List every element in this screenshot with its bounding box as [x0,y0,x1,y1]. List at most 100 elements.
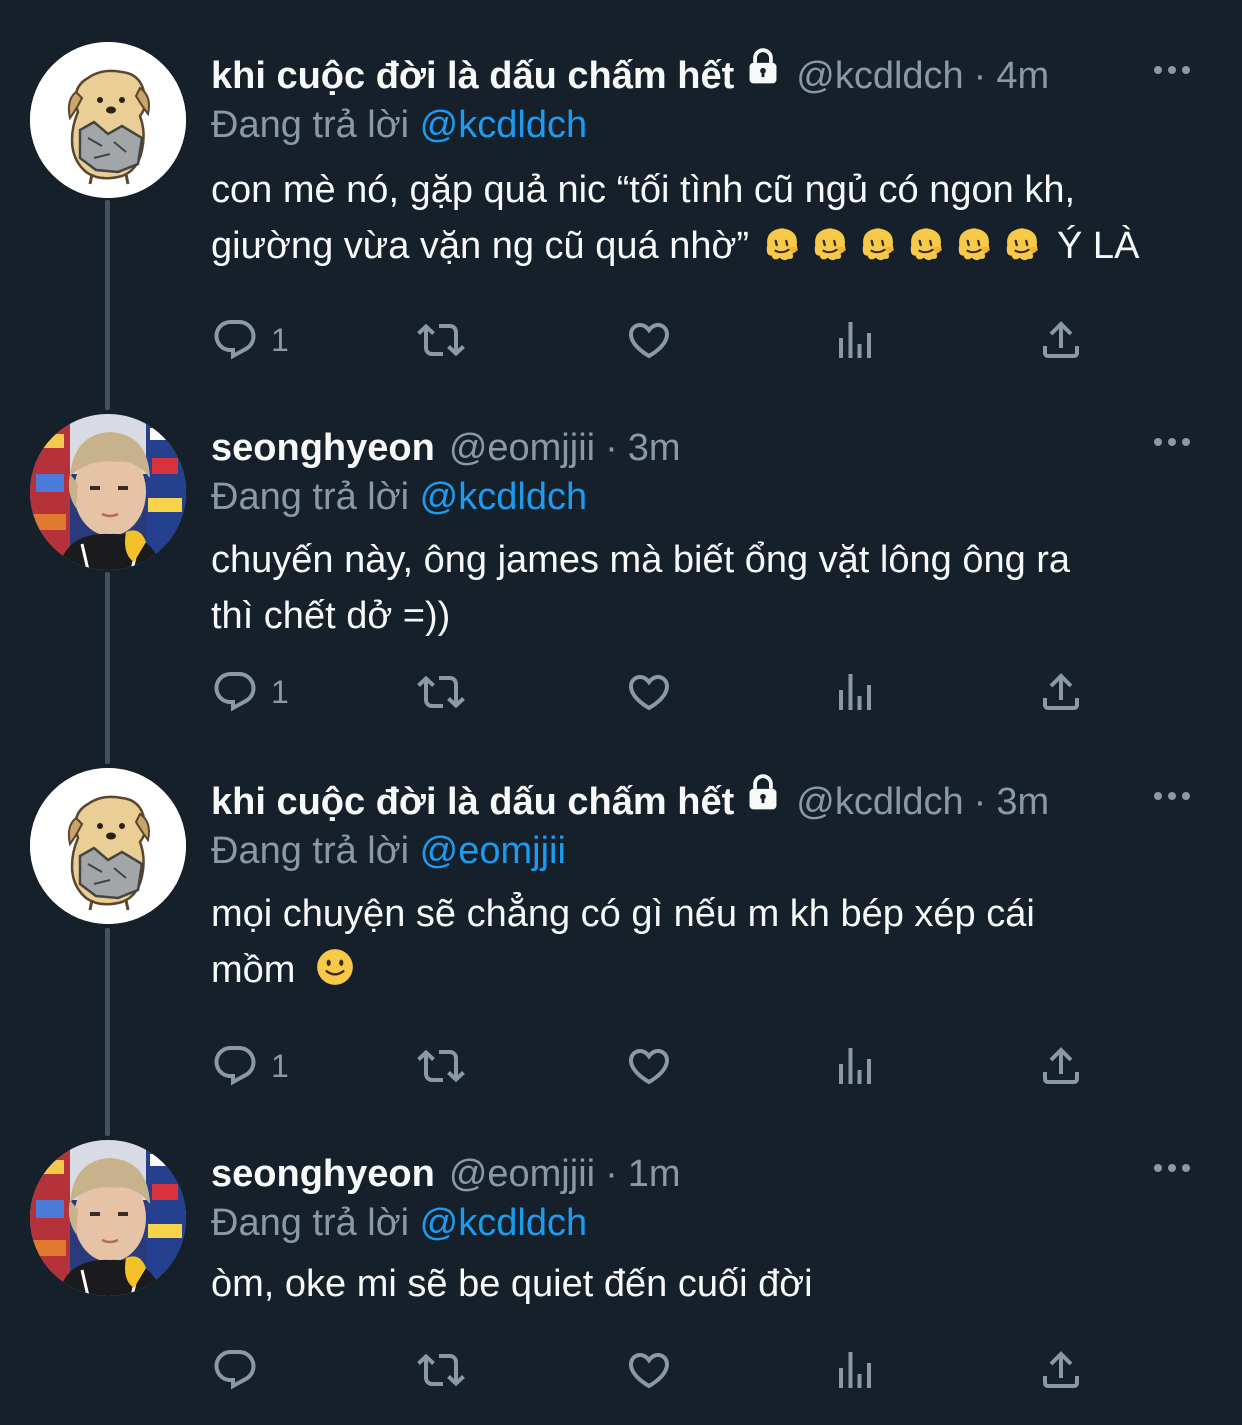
tweet-text: òm, oke mi sẽ be quiet đến cuối đời [211,1256,1201,1312]
melting-face-emoji-group [761,222,1043,264]
tweet-text: mọi chuyện sẽ chẳng có gì nếu m kh bép x… [211,886,1201,998]
more-options-icon[interactable] [1142,768,1202,824]
tweet-text-line: thì chết dở =)) [211,595,451,637]
tweet-header: seonghyeon @eomjjii · 1m [211,1146,681,1202]
share-icon [1037,316,1085,364]
tweet-actions: 1 [211,1036,1091,1096]
tweet-text-line: òm, oke mi sẽ be quiet đến cuối đời [211,1263,813,1305]
share-button[interactable] [1037,1340,1085,1400]
retweet-icon [417,316,465,364]
handle[interactable]: @eomjjii [449,1146,595,1202]
retweet-icon [417,668,465,716]
analytics-icon [831,668,879,716]
like-button[interactable] [625,1036,673,1096]
tweet-text: con mè nó, gặp quả nic “tối tình cũ ngủ … [211,162,1201,274]
share-icon [1037,1346,1085,1394]
mention-link[interactable]: @eomjjii [420,830,566,872]
timestamp[interactable]: 3m [996,774,1049,830]
melting-face-icon [905,222,947,264]
handle[interactable]: @kcdldch [796,48,963,104]
heart-icon [625,668,673,716]
replying-to: Đang trả lời @eomjjii [211,826,566,876]
views-button[interactable] [831,1340,879,1400]
reply-button[interactable] [211,1340,259,1400]
retweet-icon [417,1042,465,1090]
display-name[interactable]: seonghyeon [211,1146,435,1202]
thread-connector [105,200,110,410]
heart-icon [625,316,673,364]
analytics-icon [831,1346,879,1394]
timestamp[interactable]: 3m [628,420,681,476]
retweet-button[interactable] [417,310,465,370]
views-button[interactable] [831,662,879,722]
reply-count: 1 [271,673,289,710]
replying-to-label: Đang trả lời [211,476,410,518]
reply-count: 1 [271,321,289,358]
melting-face-icon [953,222,995,264]
heart-icon [625,1042,673,1090]
tweet-text-line: mọi chuyện sẽ chẳng có gì nếu m kh bép x… [211,893,1035,935]
more-options-icon[interactable] [1142,1140,1202,1196]
more-options-icon[interactable] [1142,42,1202,98]
avatar[interactable] [30,414,186,570]
tweet-text-tail: Ý LÀ [1057,225,1140,267]
mention-link[interactable]: @kcdldch [420,1202,587,1244]
avatar[interactable] [30,1140,186,1296]
replying-to-label: Đang trả lời [211,830,410,872]
timestamp[interactable]: 4m [996,48,1049,104]
display-name[interactable]: seonghyeon [211,420,435,476]
reply-icon [211,316,259,364]
replying-to: Đang trả lời @kcdldch [211,1198,587,1248]
thread-connector [105,928,110,1136]
avatar[interactable] [30,42,186,198]
reply-icon [211,1042,259,1090]
tweet-actions: 1 [211,310,1091,370]
melting-face-icon [809,222,851,264]
retweet-icon [417,1346,465,1394]
mention-link[interactable]: @kcdldch [420,476,587,518]
like-button[interactable] [625,310,673,370]
retweet-button[interactable] [417,1036,465,1096]
mention-link[interactable]: @kcdldch [420,104,587,146]
melting-face-icon [1001,222,1043,264]
share-button[interactable] [1037,310,1085,370]
replying-to-label: Đang trả lời [211,104,410,146]
share-button[interactable] [1037,662,1085,722]
reply-button[interactable]: 1 [211,310,289,370]
timestamp[interactable]: 1m [628,1146,681,1202]
retweet-button[interactable] [417,662,465,722]
avatar[interactable] [30,768,186,924]
melting-face-icon [761,222,803,264]
reply-icon [211,668,259,716]
thread-connector [105,572,110,764]
more-options-icon[interactable] [1142,414,1202,470]
retweet-button[interactable] [417,1340,465,1400]
display-name[interactable]: khi cuộc đời là dấu chấm hết [211,48,734,104]
tweet-header: khi cuộc đời là dấu chấm hết @kcdldch · … [211,48,1049,104]
analytics-icon [831,1042,879,1090]
separator-dot: · [973,781,987,823]
handle[interactable]: @kcdldch [796,774,963,830]
melting-face-icon [857,222,899,264]
tweet-text-line: con mè nó, gặp quả nic “tối tình cũ ngủ … [211,169,1076,211]
share-button[interactable] [1037,1036,1085,1096]
tweet-header: khi cuộc đời là dấu chấm hết @kcdldch · … [211,774,1049,830]
separator-dot: · [973,55,987,97]
tweet-text: chuyến này, ông james mà biết ổng vặt lô… [211,532,1201,644]
replying-to: Đang trả lời @kcdldch [211,100,587,150]
views-button[interactable] [831,310,879,370]
reply-button[interactable]: 1 [211,1036,289,1096]
handle[interactable]: @eomjjii [449,420,595,476]
replying-to-label: Đang trả lời [211,1202,410,1244]
like-button[interactable] [625,1340,673,1400]
share-icon [1037,1042,1085,1090]
like-button[interactable] [625,662,673,722]
display-name[interactable]: khi cuộc đời là dấu chấm hết [211,774,734,830]
tweet-text-line: giường vừa vặn ng cũ quá nhờ” [211,225,750,267]
slightly-smiling-face-icon [314,946,356,988]
heart-icon [625,1346,673,1394]
reply-button[interactable]: 1 [211,662,289,722]
share-icon [1037,668,1085,716]
views-button[interactable] [831,1036,879,1096]
separator-dot: · [605,1153,618,1195]
